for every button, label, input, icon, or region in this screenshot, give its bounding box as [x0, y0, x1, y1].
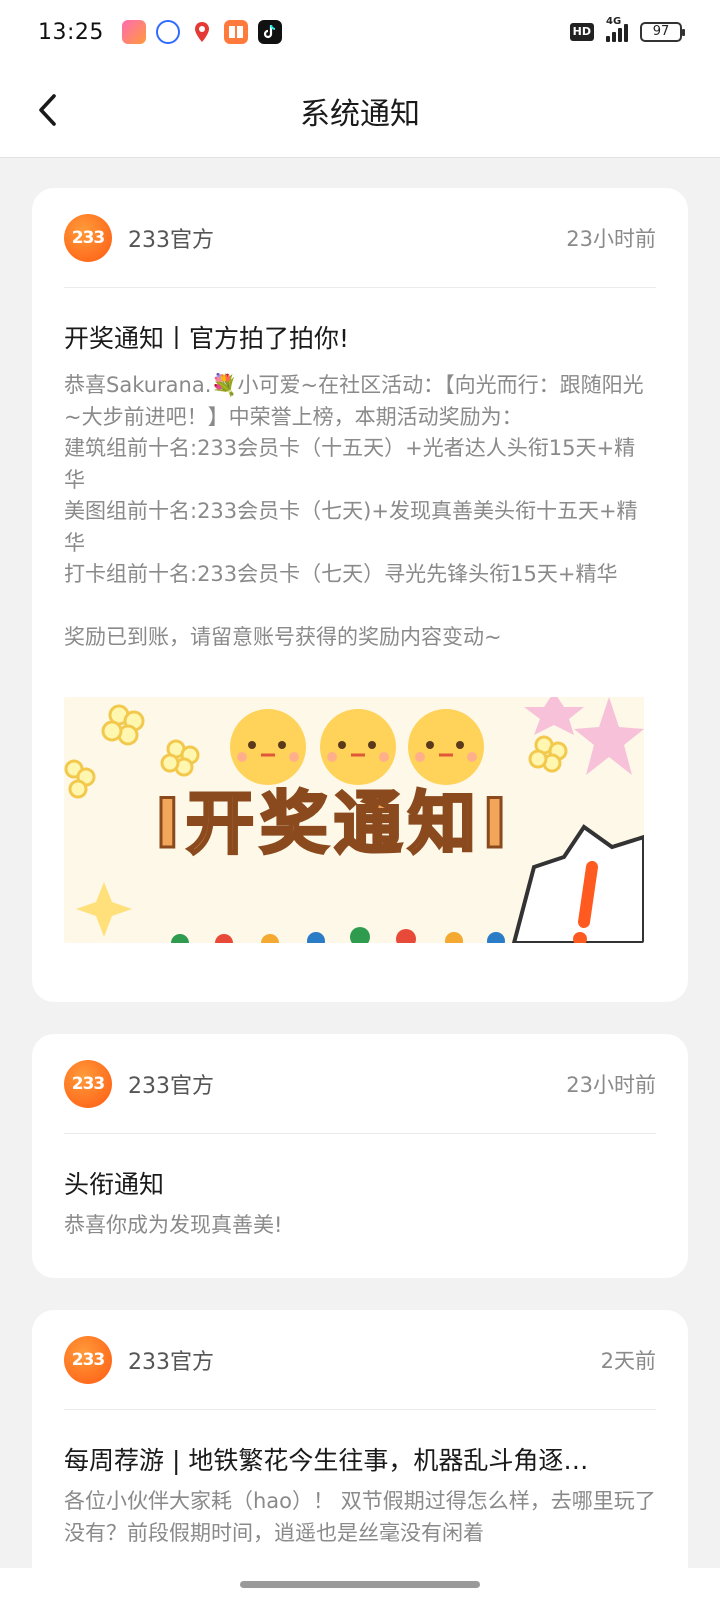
smiley-face-icon — [230, 709, 306, 785]
signal-icon: 4G — [606, 16, 628, 42]
official-logo-icon: 233 — [64, 213, 112, 262]
banner-title: I开奖通知I — [155, 785, 514, 864]
timestamp: 23小时前 — [566, 1072, 656, 1097]
body-line: 建筑组前十名:233会员卡（十五天）+光者达人头衔15天+精华 — [64, 436, 636, 492]
card-header: 233 233官方 2天前 — [64, 1310, 656, 1410]
chevron-left-icon — [39, 94, 56, 126]
network-type: 4G — [606, 16, 622, 27]
hd-badge: HD — [569, 23, 594, 41]
notification-body: 恭喜Sakurana.💐小可爱~在社区活动：【向光而行：跟随阳光~大步前进吧！】… — [64, 370, 656, 653]
notification-title: 每周荐游 | 地铁繁花今生往事，机器乱斗角逐… — [64, 1446, 589, 1475]
back-button[interactable] — [30, 92, 66, 128]
notification-body: 各位小伙伴大家耗（hao）！ 双节假期过得怎么样，去哪里玩了没有？前段假期时间，… — [64, 1489, 656, 1545]
announcement-banner-image[interactable]: I开奖通知I — [64, 697, 644, 943]
video-app-icon — [121, 20, 146, 44]
notification-app-icons — [121, 20, 282, 44]
sender-name: 233官方 — [128, 1073, 214, 1099]
status-indicators: HD 4G 97 — [569, 16, 685, 42]
battery-icon: 97 — [640, 22, 685, 42]
body-line: 打卡组前十名:233会员卡（七天）寻光先锋头衔15天+精华 — [64, 562, 618, 586]
gesture-nav-bar — [0, 1568, 720, 1600]
page-title: 系统通知 — [300, 96, 420, 132]
notification-card[interactable]: 233 233官方 23小时前 开奖通知丨官方拍了拍你! 恭喜Sakurana.… — [32, 188, 688, 1002]
sender-name: 233官方 — [128, 227, 214, 253]
timestamp: 23小时前 — [566, 226, 656, 251]
map-pin-icon — [189, 20, 214, 44]
body-line: 美图组前十名:233会员卡（七天)+发现真善美头衔十五天+精华 — [64, 499, 638, 555]
app-header: 系统通知 — [0, 64, 720, 158]
book-app-icon — [223, 20, 248, 44]
notification-card[interactable]: 233 233官方 23小时前 头衔通知 恭喜你成为发现真善美! — [32, 1034, 688, 1278]
card-header: 233 233官方 23小时前 — [64, 188, 656, 288]
official-logo-icon: 233 — [64, 1059, 112, 1108]
official-logo-icon: 233 — [64, 1335, 112, 1384]
notification-card[interactable]: 233 233官方 2天前 每周荐游 | 地铁繁花今生往事，机器乱斗角逐… 各位… — [32, 1310, 688, 1568]
notification-body: 恭喜你成为发现真善美! — [64, 1213, 283, 1237]
notification-title: 头衔通知 — [64, 1170, 165, 1199]
status-time: 13:25 — [38, 19, 104, 45]
sender-name: 233官方 — [128, 1349, 214, 1375]
battery-level: 97 — [652, 24, 670, 39]
smiley-face-icon — [320, 709, 396, 785]
card-header: 233 233官方 23小时前 — [64, 1034, 656, 1134]
home-indicator[interactable] — [240, 1581, 480, 1588]
body-line: 恭喜Sakurana.💐小可爱~在社区活动：【向光而行：跟随阳光~大步前进吧！】… — [64, 373, 644, 429]
tiktok-icon — [257, 20, 282, 44]
notification-title: 开奖通知丨官方拍了拍你! — [64, 324, 350, 353]
timestamp: 2天前 — [600, 1348, 656, 1373]
notification-feed[interactable]: 233 233官方 23小时前 开奖通知丨官方拍了拍你! 恭喜Sakurana.… — [0, 158, 720, 1568]
smiley-face-icon — [408, 709, 484, 785]
status-bar: 13:25 HD 4G 97 — [0, 0, 720, 64]
body-footer: 奖励已到账，请留意账号获得的奖励内容变动~ — [64, 624, 502, 649]
baidu-icon — [155, 20, 180, 44]
